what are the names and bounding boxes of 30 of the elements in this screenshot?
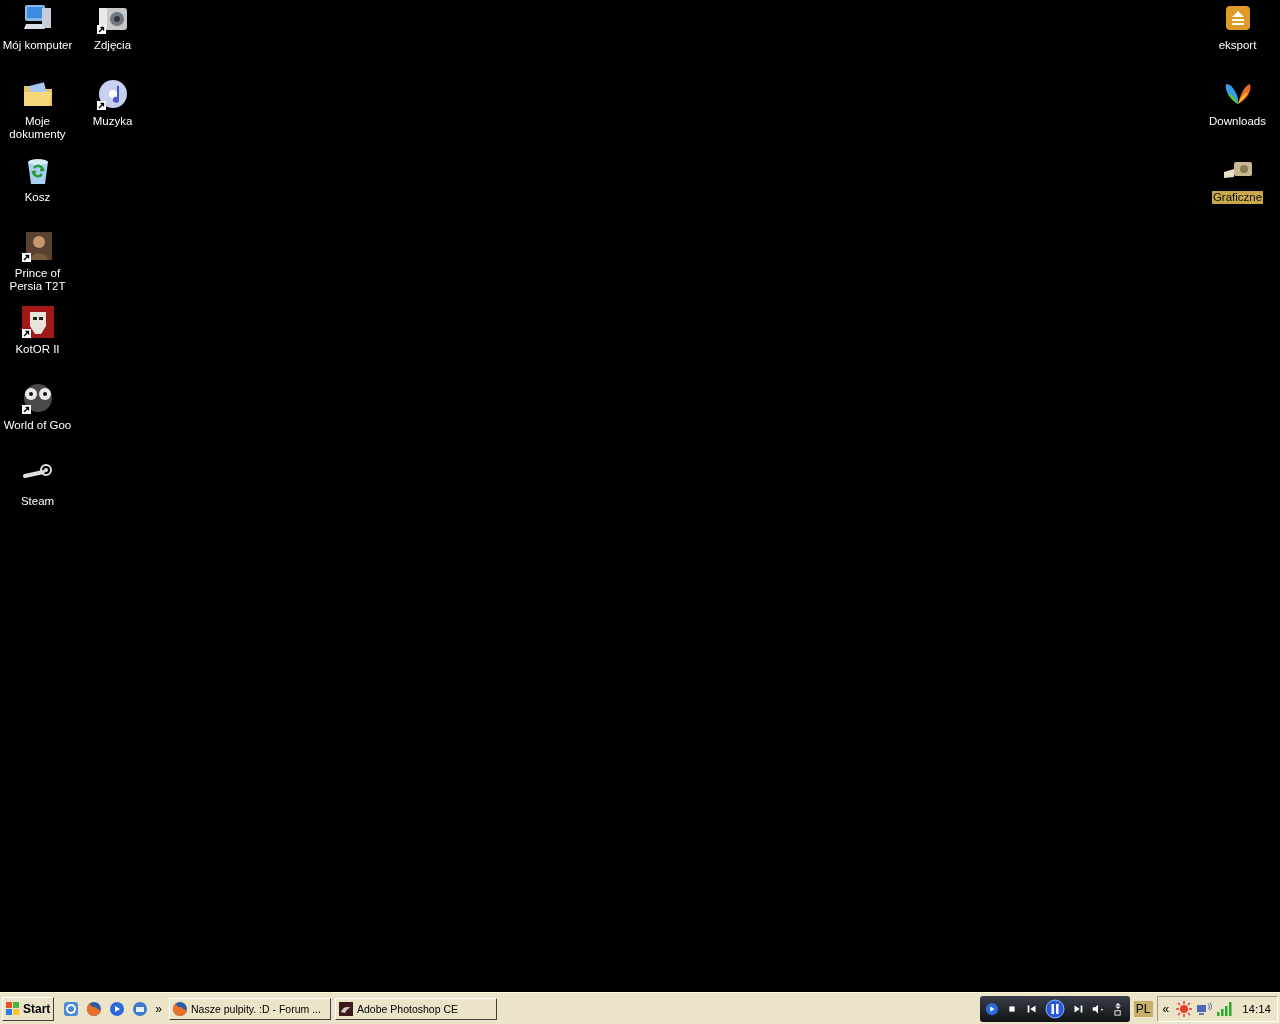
icon-label[interactable]: Moje dokumenty — [0, 115, 75, 141]
network-icon[interactable] — [1196, 1000, 1213, 1017]
show-hidden-icons-button[interactable]: « — [1159, 1001, 1173, 1016]
firefox-icon — [172, 1000, 189, 1017]
disc-icon[interactable] — [96, 78, 129, 110]
clock[interactable]: 14:14 — [1242, 1002, 1271, 1015]
icon-label[interactable]: Kosz — [23, 191, 52, 204]
pause-icon[interactable] — [1044, 998, 1065, 1019]
icon-label[interactable]: Zdjęcia — [92, 39, 133, 52]
windows-flag-icon — [6, 1001, 20, 1016]
icon-label[interactable]: KotOR II — [14, 343, 61, 356]
toolbar-overflow-button[interactable]: » — [152, 1001, 166, 1016]
firefox-icon[interactable] — [86, 1000, 103, 1017]
icon-label[interactable]: Muzyka — [91, 115, 134, 128]
taskbar-button[interactable]: Adobe Photoshop CE — [335, 997, 498, 1020]
icon-label[interactable]: Prince of Persia T2T — [0, 267, 75, 293]
sun-icon[interactable] — [1176, 1000, 1193, 1017]
icon-label[interactable]: Graficzne — [1211, 191, 1264, 204]
icon-label[interactable]: Steam — [19, 495, 56, 508]
start-button[interactable]: Start — [2, 996, 55, 1021]
language-indicator[interactable]: PL — [1133, 1000, 1153, 1017]
icon-label[interactable]: eksport — [1217, 39, 1258, 52]
icon-label[interactable]: Downloads — [1208, 115, 1267, 128]
icon-label[interactable]: World of Goo — [2, 419, 73, 432]
taskbar-button[interactable]: Nasze pulpity. :D - Forum ... — [169, 997, 332, 1020]
mask-icon[interactable] — [21, 306, 54, 338]
media-player-icon[interactable] — [984, 1001, 999, 1016]
media-icon[interactable] — [109, 1000, 126, 1017]
photoshop-icon — [338, 1000, 355, 1017]
icon-label[interactable]: Mój komputer — [1, 39, 74, 52]
